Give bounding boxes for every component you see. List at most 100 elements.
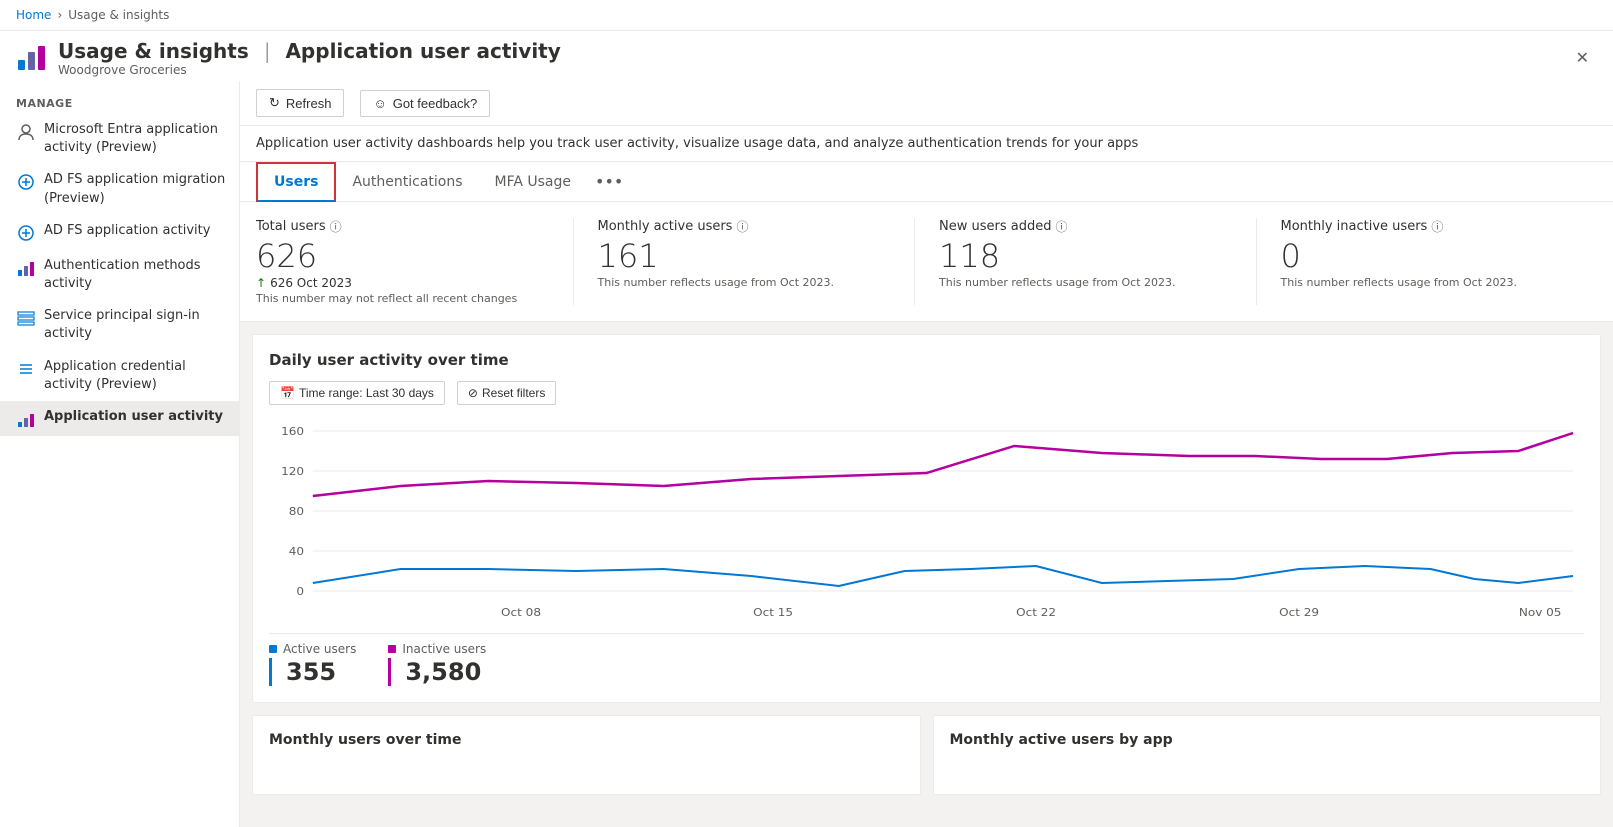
- refresh-button[interactable]: ↻ Refresh: [256, 89, 344, 117]
- svg-text:40: 40: [289, 545, 304, 558]
- tab-authentications[interactable]: Authentications: [336, 164, 478, 202]
- chart-area: 160 120 80 40 0 Oct 08 Oct 15 Oct 22 Oct…: [269, 421, 1584, 621]
- monthly-active-label: Monthly active users: [598, 219, 733, 234]
- sidebar-item-label: AD FS application migration (Preview): [44, 171, 227, 207]
- svg-text:Oct 29: Oct 29: [1279, 606, 1319, 619]
- time-range-button[interactable]: 📅 Time range: Last 30 days: [269, 381, 445, 405]
- adfs-icon: [16, 172, 36, 192]
- person-icon: [16, 122, 36, 142]
- sidebar-item-label: Microsoft Entra application activity (Pr…: [44, 121, 227, 157]
- tab-mfa[interactable]: MFA Usage: [479, 164, 588, 202]
- svg-text:120: 120: [281, 465, 304, 478]
- chart-title: Daily user activity over time: [269, 351, 1584, 369]
- monthly-active-info-icon[interactable]: ⓘ: [736, 218, 748, 235]
- svg-text:0: 0: [296, 585, 304, 598]
- svg-text:Oct 15: Oct 15: [753, 606, 793, 619]
- sidebar-item-auth-methods[interactable]: Authentication methods activity: [0, 250, 239, 300]
- stat-monthly-inactive: Monthly inactive users ⓘ 0 This number r…: [1281, 218, 1598, 305]
- svg-text:Oct 22: Oct 22: [1016, 606, 1056, 619]
- sidebar: Manage Microsoft Entra application activ…: [0, 81, 240, 827]
- svg-text:Nov 05: Nov 05: [1519, 606, 1562, 619]
- tab-users[interactable]: Users: [256, 162, 336, 202]
- monthly-users-time-title: Monthly users over time: [269, 732, 904, 748]
- chart-icon: [16, 258, 36, 278]
- feedback-button[interactable]: ☺ Got feedback?: [360, 90, 490, 117]
- app-icon: [16, 42, 48, 74]
- feedback-icon: ☺: [373, 96, 386, 111]
- active-users-legend-label: Active users: [283, 642, 356, 656]
- monthly-inactive-value: 0: [1281, 239, 1574, 274]
- chart-section: Daily user activity over time 📅 Time ran…: [252, 334, 1601, 703]
- breadcrumb-current: Usage & insights: [68, 8, 169, 22]
- description-bar: Application user activity dashboards hel…: [240, 126, 1613, 162]
- stat-total-users: Total users ⓘ 626 ↑ 626 Oct 2023 This nu…: [256, 218, 574, 305]
- sidebar-item-adfs-migration[interactable]: AD FS application migration (Preview): [0, 164, 239, 214]
- active-users-legend-value: 355: [269, 658, 356, 686]
- new-users-info-icon[interactable]: ⓘ: [1055, 218, 1067, 235]
- total-users-value: 626: [256, 239, 549, 274]
- new-users-label: New users added: [939, 219, 1051, 234]
- total-users-note: This number may not reflect all recent c…: [256, 292, 549, 305]
- monthly-users-time-card: Monthly users over time: [252, 715, 921, 795]
- svg-text:160: 160: [281, 425, 304, 438]
- new-users-value: 118: [939, 239, 1232, 274]
- monthly-inactive-label: Monthly inactive users: [1281, 219, 1428, 234]
- sidebar-item-app-credential[interactable]: Application credential activity (Preview…: [0, 351, 239, 401]
- reset-filters-button[interactable]: ⊘ Reset filters: [457, 381, 556, 405]
- legend-active-users: Active users 355: [269, 642, 356, 686]
- total-users-change: ↑ 626 Oct 2023: [256, 276, 549, 290]
- sidebar-item-label: Application credential activity (Preview…: [44, 358, 227, 394]
- monthly-active-by-app-card: Monthly active users by app: [933, 715, 1602, 795]
- stats-row: Total users ⓘ 626 ↑ 626 Oct 2023 This nu…: [240, 202, 1613, 322]
- stat-new-users: New users added ⓘ 118 This number reflec…: [939, 218, 1257, 305]
- total-users-info-icon[interactable]: ⓘ: [330, 218, 342, 235]
- new-users-note: This number reflects usage from Oct 2023…: [939, 276, 1232, 289]
- sidebar-item-entra-app[interactable]: Microsoft Entra application activity (Pr…: [0, 114, 239, 164]
- stat-monthly-active: Monthly active users ⓘ 161 This number r…: [598, 218, 916, 305]
- sidebar-item-label: Service principal sign-in activity: [44, 307, 227, 343]
- page-title: Usage & insights | Application user acti…: [58, 39, 561, 63]
- monthly-active-by-app-title: Monthly active users by app: [950, 732, 1585, 748]
- breadcrumb-sep: ›: [57, 8, 62, 22]
- inactive-users-dot: [388, 645, 396, 653]
- chart-legend: Active users 355 Inactive users 3,580: [269, 633, 1584, 686]
- total-users-label: Total users: [256, 219, 326, 234]
- sidebar-item-label: Application user activity: [44, 408, 227, 426]
- monthly-active-note: This number reflects usage from Oct 2023…: [598, 276, 891, 289]
- svg-text:Oct 08: Oct 08: [501, 606, 541, 619]
- sidebar-manage-label: Manage: [0, 89, 239, 114]
- refresh-icon: ↻: [269, 95, 280, 111]
- breadcrumb: Home › Usage & insights: [0, 0, 1613, 31]
- adfs2-icon: [16, 223, 36, 243]
- calendar-icon: 📅: [280, 386, 295, 400]
- page-header: Usage & insights | Application user acti…: [0, 31, 1613, 81]
- svg-text:80: 80: [289, 505, 304, 518]
- org-name: Woodgrove Groceries: [58, 63, 561, 77]
- sidebar-item-service-principal[interactable]: Service principal sign-in activity: [0, 300, 239, 350]
- sidebar-item-label: AD FS application activity: [44, 222, 227, 240]
- monthly-inactive-info-icon[interactable]: ⓘ: [1431, 218, 1443, 235]
- list-icon: [16, 359, 36, 379]
- toolbar: ↻ Refresh ☺ Got feedback?: [240, 81, 1613, 126]
- sidebar-item-app-user-activity[interactable]: Application user activity: [0, 401, 239, 436]
- breadcrumb-home[interactable]: Home: [16, 8, 51, 22]
- legend-inactive-users: Inactive users 3,580: [388, 642, 486, 686]
- active-users-dot: [269, 645, 277, 653]
- description-text: Application user activity dashboards hel…: [256, 136, 1138, 151]
- content-area: ↻ Refresh ☺ Got feedback? Application us…: [240, 81, 1613, 827]
- chart-controls: 📅 Time range: Last 30 days ⊘ Reset filte…: [269, 381, 1584, 405]
- tab-more[interactable]: •••: [587, 162, 631, 201]
- monthly-inactive-note: This number reflects usage from Oct 2023…: [1281, 276, 1574, 289]
- sidebar-item-adfs-activity[interactable]: AD FS application activity: [0, 215, 239, 250]
- inactive-users-legend-label: Inactive users: [402, 642, 486, 656]
- bar-icon: [16, 409, 36, 429]
- inactive-users-legend-value: 3,580: [388, 658, 486, 686]
- close-button[interactable]: ✕: [1568, 44, 1597, 72]
- line-chart-svg: 160 120 80 40 0 Oct 08 Oct 15 Oct 22 Oct…: [269, 421, 1584, 621]
- bottom-charts: Monthly users over time Monthly active u…: [252, 715, 1601, 795]
- sidebar-item-label: Authentication methods activity: [44, 257, 227, 293]
- table-icon: [16, 308, 36, 328]
- monthly-active-value: 161: [598, 239, 891, 274]
- tabs-bar: Users Authentications MFA Usage •••: [240, 162, 1613, 202]
- page-title-group: Usage & insights | Application user acti…: [58, 39, 561, 77]
